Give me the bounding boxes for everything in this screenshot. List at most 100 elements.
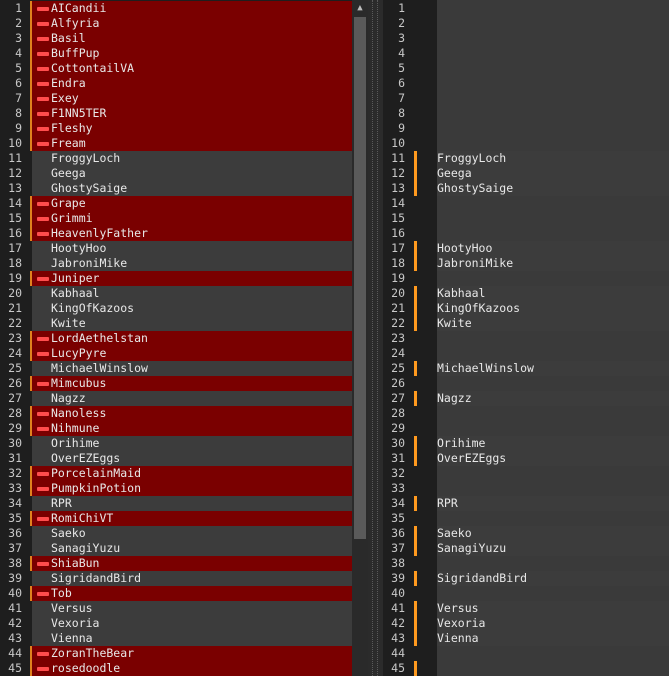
empty-placeholder-line[interactable]	[437, 76, 669, 91]
removed-line[interactable]: PumpkinPotion	[32, 481, 352, 496]
right-line-34[interactable]: 34 RPR	[383, 496, 669, 511]
unchanged-line[interactable]: RPR	[437, 496, 669, 511]
left-line-42[interactable]: 42 Vexoria	[0, 616, 352, 631]
empty-placeholder-line[interactable]	[437, 196, 669, 211]
unchanged-line[interactable]: Geega	[437, 166, 669, 181]
empty-placeholder-line[interactable]	[437, 61, 669, 76]
right-line-21[interactable]: 21 KingOfKazoos	[383, 301, 669, 316]
left-line-6[interactable]: 6 Endra	[0, 76, 352, 91]
right-line-32[interactable]: 32	[383, 466, 669, 481]
empty-placeholder-line[interactable]	[437, 121, 669, 136]
right-line-6[interactable]: 6	[383, 76, 669, 91]
unchanged-line[interactable]: SigridandBird	[32, 571, 352, 586]
left-line-31[interactable]: 31 OverEZEggs	[0, 451, 352, 466]
right-line-16[interactable]: 16	[383, 226, 669, 241]
left-line-43[interactable]: 43 Vienna	[0, 631, 352, 646]
unchanged-line[interactable]: KingOfKazoos	[32, 301, 352, 316]
left-line-15[interactable]: 15 Grimmi	[0, 211, 352, 226]
left-line-40[interactable]: 40 Tob	[0, 586, 352, 601]
right-line-31[interactable]: 31 OverEZEggs	[383, 451, 669, 466]
right-line-12[interactable]: 12 Geega	[383, 166, 669, 181]
unchanged-line[interactable]: FroggyLoch	[437, 151, 669, 166]
right-line-15[interactable]: 15	[383, 211, 669, 226]
empty-placeholder-line[interactable]	[437, 646, 669, 661]
right-line-30[interactable]: 30 Orihime	[383, 436, 669, 451]
right-line-3[interactable]: 3	[383, 31, 669, 46]
unchanged-line[interactable]: GhostySaige	[32, 181, 352, 196]
left-line-34[interactable]: 34 RPR	[0, 496, 352, 511]
unchanged-line[interactable]: Saeko	[437, 526, 669, 541]
right-line-33[interactable]: 33	[383, 481, 669, 496]
empty-placeholder-line[interactable]	[437, 481, 669, 496]
unchanged-line[interactable]: Kwite	[437, 316, 669, 331]
left-line-19[interactable]: 19 Juniper	[0, 271, 352, 286]
removed-line[interactable]: Fream	[32, 136, 352, 151]
left-line-45[interactable]: 45 rosedoodle	[0, 661, 352, 676]
empty-placeholder-line[interactable]	[437, 421, 669, 436]
unchanged-line[interactable]: Vexoria	[437, 616, 669, 631]
unchanged-line[interactable]: Kabhaal	[32, 286, 352, 301]
unchanged-line[interactable]: Nagzz	[32, 391, 352, 406]
unchanged-line[interactable]: Nagzz	[437, 391, 669, 406]
removed-line[interactable]: Grape	[32, 196, 352, 211]
splitter-grip[interactable]	[372, 0, 378, 676]
empty-placeholder-line[interactable]	[437, 31, 669, 46]
unchanged-line[interactable]: SanagiYuzu	[437, 541, 669, 556]
right-line-10[interactable]: 10	[383, 136, 669, 151]
left-line-5[interactable]: 5 CottontailVA	[0, 61, 352, 76]
removed-line[interactable]: CottontailVA	[32, 61, 352, 76]
left-line-38[interactable]: 38 ShiaBun	[0, 556, 352, 571]
removed-line[interactable]: F1NN5TER	[32, 106, 352, 121]
unchanged-line[interactable]: GhostySaige	[437, 181, 669, 196]
left-line-16[interactable]: 16 HeavenlyFather	[0, 226, 352, 241]
left-line-2[interactable]: 2 Alfyria	[0, 16, 352, 31]
right-line-14[interactable]: 14	[383, 196, 669, 211]
left-line-29[interactable]: 29 Nihmune	[0, 421, 352, 436]
left-line-10[interactable]: 10 Fream	[0, 136, 352, 151]
removed-line[interactable]: Fleshy	[32, 121, 352, 136]
right-line-44[interactable]: 44	[383, 646, 669, 661]
left-line-17[interactable]: 17 HootyHoo	[0, 241, 352, 256]
right-diff-pane[interactable]: 1 2 3 4 5 6 7 8 9 10 11 FroggyLoch 12 Geega 13 GhostySa…	[383, 0, 669, 676]
left-line-26[interactable]: 26 Mimcubus	[0, 376, 352, 391]
left-line-13[interactable]: 13 GhostySaige	[0, 181, 352, 196]
left-line-27[interactable]: 27 Nagzz	[0, 391, 352, 406]
left-line-12[interactable]: 12 Geega	[0, 166, 352, 181]
right-line-4[interactable]: 4	[383, 46, 669, 61]
removed-line[interactable]: Exey	[32, 91, 352, 106]
removed-line[interactable]: Basil	[32, 31, 352, 46]
removed-line[interactable]: LucyPyre	[32, 346, 352, 361]
empty-placeholder-line[interactable]	[437, 91, 669, 106]
empty-placeholder-line[interactable]	[437, 376, 669, 391]
unchanged-line[interactable]: MichaelWinslow	[32, 361, 352, 376]
empty-placeholder-line[interactable]	[437, 16, 669, 31]
left-line-37[interactable]: 37 SanagiYuzu	[0, 541, 352, 556]
right-line-42[interactable]: 42 Vexoria	[383, 616, 669, 631]
right-line-20[interactable]: 20 Kabhaal	[383, 286, 669, 301]
right-line-24[interactable]: 24	[383, 346, 669, 361]
right-line-5[interactable]: 5	[383, 61, 669, 76]
empty-placeholder-line[interactable]	[437, 271, 669, 286]
removed-line[interactable]: ZoranTheBear	[32, 646, 352, 661]
empty-placeholder-line[interactable]	[437, 226, 669, 241]
left-line-20[interactable]: 20 Kabhaal	[0, 286, 352, 301]
left-line-21[interactable]: 21 KingOfKazoos	[0, 301, 352, 316]
right-line-7[interactable]: 7	[383, 91, 669, 106]
unchanged-line[interactable]: Saeko	[32, 526, 352, 541]
left-line-30[interactable]: 30 Orihime	[0, 436, 352, 451]
unchanged-line[interactable]: FroggyLoch	[32, 151, 352, 166]
removed-line[interactable]: ShiaBun	[32, 556, 352, 571]
unchanged-line[interactable]: HootyHoo	[437, 241, 669, 256]
empty-placeholder-line[interactable]	[437, 556, 669, 571]
right-line-35[interactable]: 35	[383, 511, 669, 526]
unchanged-line[interactable]: Vienna	[32, 631, 352, 646]
left-vertical-scrollbar[interactable]: ▲	[352, 0, 368, 676]
left-line-39[interactable]: 39 SigridandBird	[0, 571, 352, 586]
unchanged-line[interactable]: SigridandBird	[437, 571, 669, 586]
removed-line[interactable]: LordAethelstan	[32, 331, 352, 346]
right-line-40[interactable]: 40	[383, 586, 669, 601]
left-line-23[interactable]: 23 LordAethelstan	[0, 331, 352, 346]
right-line-23[interactable]: 23	[383, 331, 669, 346]
unchanged-line[interactable]: HootyHoo	[32, 241, 352, 256]
left-line-7[interactable]: 7 Exey	[0, 91, 352, 106]
